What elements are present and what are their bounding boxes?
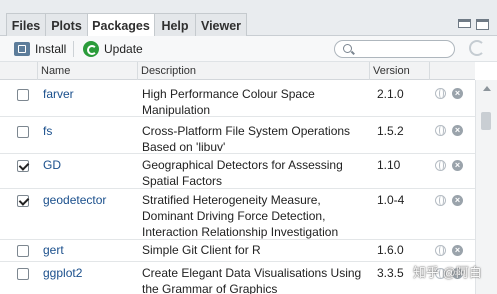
remove-package-icon[interactable]: ×: [452, 195, 463, 206]
globe-icon[interactable]: [435, 245, 446, 256]
globe-icon[interactable]: [435, 88, 446, 99]
packages-toolbar: Install Update: [0, 36, 497, 62]
package-description: High Performance Colour Space Manipulati…: [142, 87, 315, 117]
table-row: ggplot2 Create Elegant Data Visualisatio…: [0, 262, 475, 294]
table-row: geodetector Stratified Heterogeneity Mea…: [0, 189, 475, 240]
package-load-checkbox[interactable]: [17, 126, 29, 138]
install-button[interactable]: Install: [14, 40, 66, 58]
package-load-checkbox[interactable]: [17, 245, 29, 257]
refresh-icon[interactable]: [469, 40, 485, 56]
package-name-link[interactable]: fs: [43, 124, 52, 138]
package-name-link[interactable]: farver: [43, 87, 74, 101]
package-name-link[interactable]: GD: [43, 158, 61, 172]
pane-tab-bar: Files Plots Packages Help Viewer: [0, 0, 497, 37]
column-header-version[interactable]: Version: [369, 62, 429, 80]
package-name-link[interactable]: ggplot2: [43, 266, 82, 280]
package-name-link[interactable]: gert: [43, 243, 64, 257]
tab-plots[interactable]: Plots: [45, 13, 88, 37]
package-description: Geographical Detectors for Assessing Spa…: [142, 158, 343, 188]
package-description: Cross-Platform File System Operations Ba…: [142, 124, 351, 154]
package-description: Simple Git Client for R: [142, 243, 261, 257]
package-table-header: Name Description Version: [0, 62, 475, 80]
package-description: Create Elegant Data Visualisations Using…: [142, 266, 362, 294]
search-icon: [343, 44, 352, 53]
column-header-name[interactable]: Name: [37, 62, 137, 80]
table-row: farver High Performance Colour Space Man…: [0, 80, 475, 117]
column-header-description[interactable]: Description: [137, 62, 369, 80]
scrollbar-thumb[interactable]: [481, 112, 491, 130]
package-version: 2.1.0: [377, 87, 404, 101]
globe-icon[interactable]: [435, 160, 446, 171]
package-version: 3.3.5: [377, 266, 404, 280]
tab-viewer[interactable]: Viewer: [195, 13, 247, 37]
package-version: 1.0-4: [377, 193, 405, 207]
package-name-link[interactable]: geodetector: [43, 193, 106, 207]
remove-package-icon[interactable]: ×: [452, 160, 463, 171]
toolbar-separator: [73, 41, 74, 57]
update-label: Update: [104, 42, 143, 56]
package-version: 1.6.0: [377, 243, 404, 257]
remove-package-icon[interactable]: ×: [452, 245, 463, 256]
minimize-pane-icon[interactable]: [458, 19, 471, 28]
package-version: 1.10: [377, 158, 401, 172]
package-load-checkbox[interactable]: [17, 160, 29, 172]
table-row: GD Geographical Detectors for Assessing …: [0, 154, 475, 189]
remove-package-icon[interactable]: ×: [452, 88, 463, 99]
install-icon: [14, 42, 30, 56]
update-button[interactable]: Update: [83, 40, 143, 58]
watermark-text: 知乎 @阿白: [413, 265, 482, 280]
table-row: fs Cross-Platform File System Operations…: [0, 117, 475, 154]
globe-icon[interactable]: [435, 125, 446, 136]
package-version: 1.5.2: [377, 124, 404, 138]
remove-package-icon[interactable]: ×: [452, 125, 463, 136]
scroll-up-arrow-icon[interactable]: [483, 86, 491, 91]
tab-files[interactable]: Files: [6, 13, 46, 37]
package-table-body: farver High Performance Colour Space Man…: [0, 80, 475, 294]
tab-packages[interactable]: Packages: [87, 13, 155, 37]
package-load-checkbox[interactable]: [17, 268, 29, 280]
install-label: Install: [35, 42, 67, 56]
package-load-checkbox[interactable]: [17, 195, 29, 207]
maximize-pane-icon[interactable]: [476, 19, 489, 30]
column-header-actions: [429, 62, 475, 80]
package-description: Stratified Heterogeneity Measure, Domina…: [142, 193, 339, 239]
table-row: gert Simple Git Client for R 1.6.0 ×: [0, 240, 475, 262]
package-search-input[interactable]: [334, 40, 455, 58]
tab-help[interactable]: Help: [154, 13, 196, 37]
tab-list: Files Plots Packages Help Viewer: [6, 13, 247, 37]
column-header-checkbox: [0, 62, 37, 80]
update-icon: [83, 41, 99, 57]
globe-icon[interactable]: [435, 195, 446, 206]
package-load-checkbox[interactable]: [17, 89, 29, 101]
pane-window-controls: [458, 19, 489, 30]
